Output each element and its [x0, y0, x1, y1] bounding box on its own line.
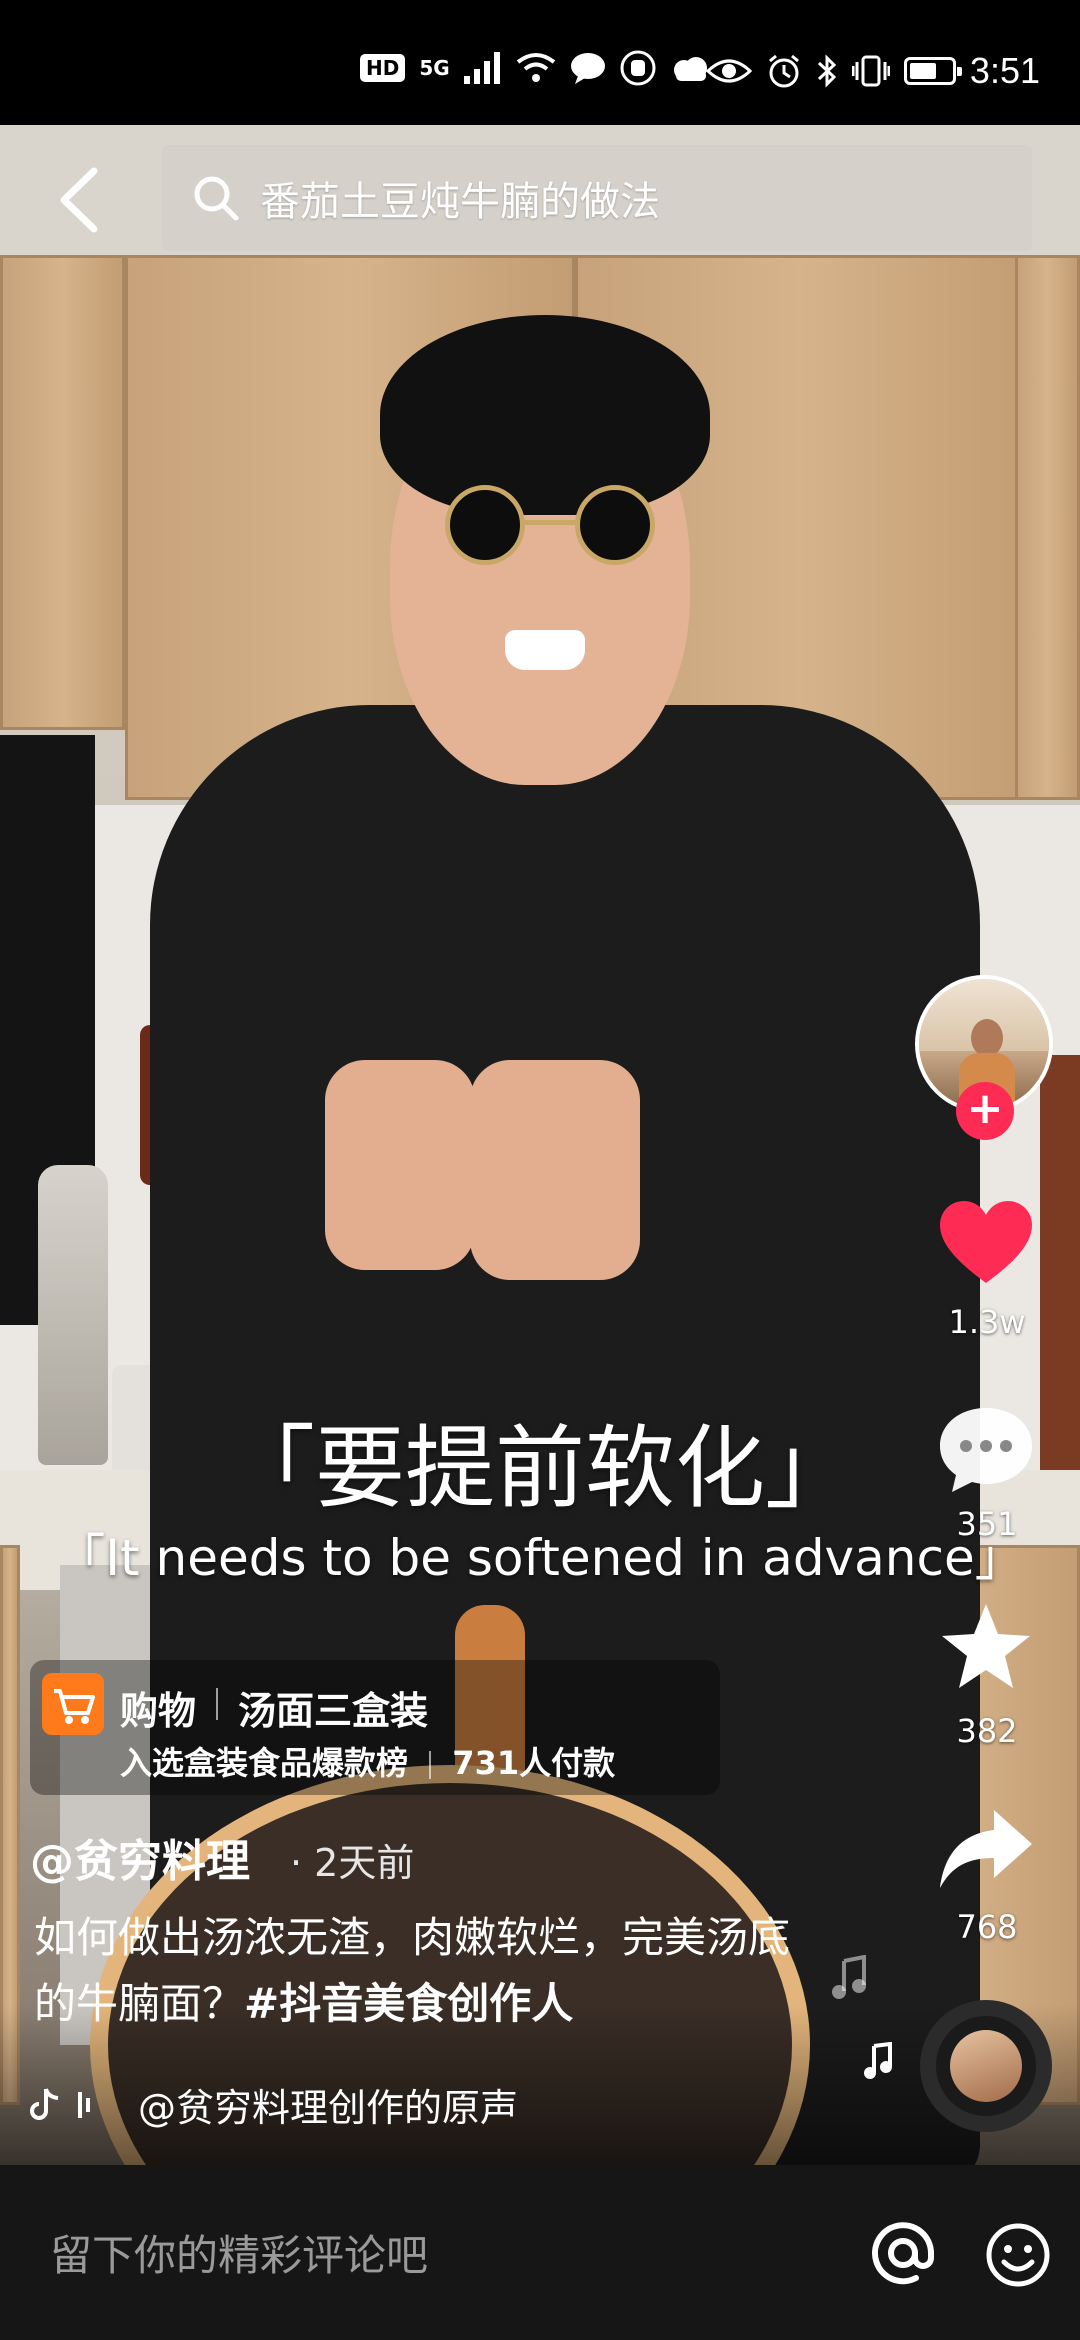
signal-icon — [463, 52, 500, 84]
shop-sales: 731人付款 — [452, 1744, 616, 1782]
vibrate-icon — [851, 55, 890, 87]
back-icon[interactable] — [50, 165, 110, 235]
network-type: 5G — [419, 56, 450, 80]
alarm-icon — [768, 54, 799, 88]
shop-label: 购物 — [120, 1689, 197, 1733]
music-note-icon — [864, 2042, 892, 2079]
eye-icon — [705, 59, 752, 83]
author-name[interactable]: @贫穷料理 — [30, 1825, 250, 1889]
music-disc[interactable] — [920, 2000, 1052, 2132]
cloud-icon — [673, 57, 707, 81]
shop-subtitle: 入选盒装食品爆款榜 731人付款 — [120, 1738, 615, 1784]
shop-product-title: 汤面三盒装 — [238, 1689, 429, 1733]
emoji-icon[interactable] — [985, 2222, 1051, 2288]
mention-icon[interactable] — [868, 2218, 938, 2288]
divider — [216, 1688, 218, 1720]
music-note-icon — [832, 1955, 866, 1999]
status-icons: HD 5G — [360, 50, 710, 86]
like-count: 1.3w — [948, 1303, 1026, 1341]
cart-icon — [42, 1673, 104, 1735]
divider — [429, 1751, 432, 1779]
music-title: @贫穷料理创作的原声 — [138, 2086, 519, 2130]
subtitle-chinese: 「要提前软化」 — [225, 1416, 855, 1521]
message-icon — [570, 53, 605, 84]
post-time: · 2天前 — [290, 1841, 415, 1885]
subtitle-english: 「It needs to be softened in advance」 — [55, 1529, 1025, 1587]
favorite-icon[interactable] — [936, 1598, 1036, 1698]
comment-input[interactable]: 留下你的精彩评论吧 — [50, 2222, 428, 2283]
battery-icon — [903, 57, 962, 85]
audio-bars-icon — [78, 2091, 90, 2118]
douyin-icon — [30, 2087, 59, 2120]
share-icon[interactable] — [936, 1800, 1036, 1900]
status-right: 3:51 — [705, 50, 1040, 92]
wifi-icon — [516, 53, 555, 82]
follow-button[interactable]: + — [956, 1082, 1014, 1140]
clock: 3:51 — [969, 50, 1040, 91]
shop-rank: 入选盒装食品爆款榜 — [120, 1744, 409, 1782]
bluetooth-icon — [817, 54, 837, 88]
search-query: 番茄土豆炖牛腩的做法 — [260, 179, 660, 225]
music-info[interactable]: @贫穷料理创作的原声 — [30, 2077, 518, 2132]
hand-icon — [620, 50, 656, 86]
favorite-count: 382 — [956, 1712, 1018, 1750]
search-icon — [194, 176, 239, 221]
hd-badge: HD — [360, 54, 406, 82]
search-bar[interactable]: 番茄土豆炖牛腩的做法 — [162, 145, 1032, 251]
share-count: 768 — [956, 1908, 1018, 1946]
post-description: 如何做出汤浓无渣，肉嫩软烂，完美汤底的牛腩面？#抖音美食创作人 — [34, 1905, 794, 2037]
like-icon[interactable] — [936, 1195, 1036, 1295]
hashtag-link[interactable]: #抖音美食创作人 — [244, 1979, 573, 2028]
